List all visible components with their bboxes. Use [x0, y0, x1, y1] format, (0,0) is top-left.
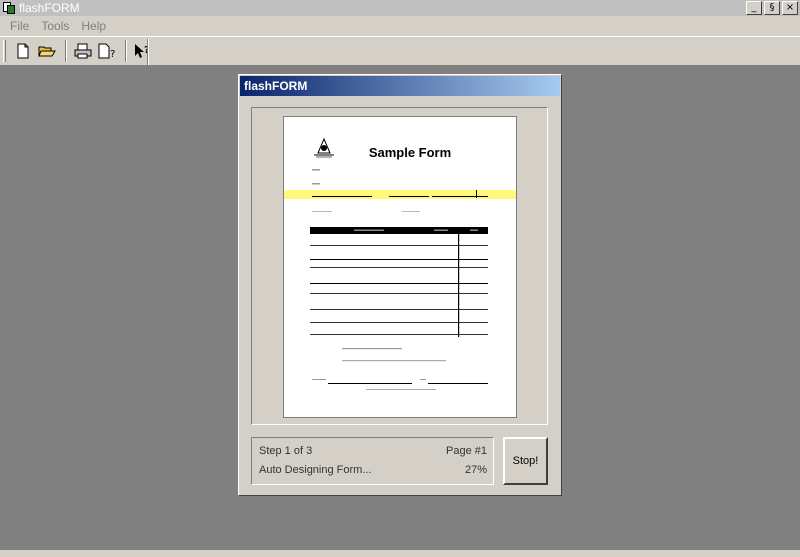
new-icon: [17, 43, 29, 59]
window-title-bar: flashFORM _ § ×: [0, 0, 800, 16]
toolbar-separator: [125, 40, 127, 62]
step-text: Step 1 of 3: [259, 445, 313, 457]
menu-bar: File Tools Help: [0, 16, 800, 36]
toolbar-grip[interactable]: [3, 40, 6, 62]
minimize-button[interactable]: _: [746, 1, 762, 15]
form-title: Sample Form: [369, 145, 451, 160]
context-help-icon: ?: [135, 44, 150, 58]
print-preview-icon: ?: [98, 43, 115, 59]
open-icon: [38, 46, 56, 57]
task-text: Auto Designing Form...: [259, 464, 372, 476]
status-bar: [0, 550, 800, 557]
toolbar-separator: [65, 40, 67, 62]
page-text: Page #1: [446, 445, 487, 457]
progress-percent: 27%: [464, 464, 487, 476]
print-button[interactable]: [72, 40, 94, 62]
app-icon[interactable]: [2, 1, 16, 15]
window-title: flashFORM: [19, 1, 80, 15]
highlight-band: [284, 190, 516, 199]
new-button[interactable]: [12, 40, 34, 62]
open-button[interactable]: [36, 40, 58, 62]
menu-help[interactable]: Help: [75, 19, 112, 33]
form-preview-drawing: Sample Form: [284, 137, 516, 390]
close-button[interactable]: ×: [782, 1, 798, 15]
stop-button[interactable]: Stop!: [503, 437, 548, 485]
form-preview-page: Sample Form: [283, 116, 517, 418]
menu-file[interactable]: File: [4, 19, 35, 33]
toolbar: ? ?: [0, 36, 800, 66]
context-help-button[interactable]: ?: [132, 40, 154, 62]
logo-icon: [314, 137, 334, 158]
print-preview-button[interactable]: ?: [96, 40, 118, 62]
restore-button[interactable]: §: [764, 1, 780, 15]
preview-frame: Sample Form: [251, 107, 548, 425]
progress-dialog: flashFORM Sample Form Step 1 of 3 Page #…: [238, 74, 562, 496]
dialog-title: flashFORM: [240, 76, 560, 96]
status-panel: Step 1 of 3 Page #1 Auto Designing Form.…: [251, 437, 494, 485]
svg-text:?: ?: [110, 49, 115, 59]
print-icon: [74, 43, 92, 59]
menu-tools[interactable]: Tools: [35, 19, 75, 33]
